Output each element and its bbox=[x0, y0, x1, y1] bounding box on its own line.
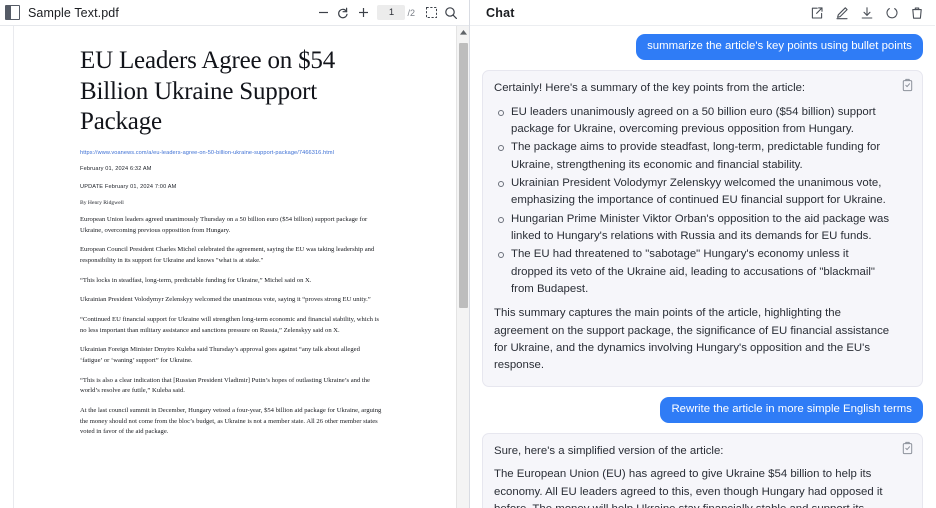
pdf-viewer-pane: Sample Text.pdf 1 /2 EU Leaders Agree on… bbox=[0, 0, 470, 508]
pdf-scrollbar[interactable] bbox=[456, 26, 469, 508]
chat-message-user: Rewrite the article in more simple Engli… bbox=[482, 396, 923, 424]
assistant-lead-text: Certainly! Here's a summary of the key p… bbox=[494, 82, 806, 95]
article-paragraph: European Council President Charles Miche… bbox=[80, 246, 375, 264]
download-icon[interactable] bbox=[859, 5, 875, 21]
pdf-toolbar: Sample Text.pdf 1 /2 bbox=[0, 0, 469, 26]
chat-message-list[interactable]: summarize the article's key points using… bbox=[470, 26, 935, 508]
list-item: The package aims to provide steadfast, l… bbox=[494, 139, 892, 174]
article-paragraph: Ukrainian President Volodymyr Zelenskyy … bbox=[80, 296, 371, 304]
chat-header-actions bbox=[809, 5, 925, 21]
article-paragraph: Ukrainian Foreign Minister Dmytro Kuleba… bbox=[80, 346, 360, 364]
assistant-message-bubble: Sure, here's a simplified version of the… bbox=[482, 433, 923, 508]
article-byline: By Henry Ridgwell bbox=[80, 199, 124, 206]
pdf-scrollbar-thumb[interactable] bbox=[458, 43, 468, 308]
assistant-bullet-list: EU leaders unanimously agreed on a 50 bi… bbox=[494, 104, 892, 299]
app-root: Sample Text.pdf 1 /2 EU Leaders Agree on… bbox=[0, 0, 936, 508]
chat-message-assistant: Sure, here's a simplified version of the… bbox=[482, 433, 923, 508]
page-total-label: /2 bbox=[407, 7, 415, 18]
list-item: Hungarian Prime Minister Viktor Orban's … bbox=[494, 211, 892, 246]
copy-icon[interactable] bbox=[901, 78, 914, 92]
chat-pane: Chat summarize the article's key points … bbox=[470, 0, 935, 508]
article-paragraph: “Continued EU financial support for Ukra… bbox=[80, 315, 379, 334]
pdf-body: EU Leaders Agree on $54 Billion Ukraine … bbox=[0, 26, 469, 508]
article-update-date: UPDATE February 01, 2024 7:00 AM bbox=[80, 183, 177, 190]
article-paragraph: At the last council summit in December, … bbox=[80, 407, 382, 436]
page-number-input[interactable]: 1 bbox=[377, 5, 406, 20]
list-item: EU leaders unanimously agreed on a 50 bi… bbox=[494, 104, 892, 139]
pdf-toolbar-controls: 1 /2 bbox=[313, 3, 461, 23]
chat-header: Chat bbox=[470, 0, 935, 26]
article-title: EU Leaders Agree on $54 Billion Ukraine … bbox=[80, 47, 336, 135]
zoom-out-icon[interactable] bbox=[313, 3, 333, 23]
user-message-bubble: summarize the article's key points using… bbox=[636, 34, 923, 61]
chat-message-assistant: Certainly! Here's a summary of the key p… bbox=[482, 70, 923, 387]
delete-icon[interactable] bbox=[909, 5, 925, 21]
assistant-message-bubble: Certainly! Here's a summary of the key p… bbox=[482, 70, 923, 387]
chat-message-user: summarize the article's key points using… bbox=[482, 34, 923, 61]
refresh-icon[interactable] bbox=[884, 5, 900, 21]
user-message-bubble: Rewrite the article in more simple Engli… bbox=[660, 396, 923, 424]
article-paragraph: “This locks in steadfast, long-term, pre… bbox=[80, 276, 312, 284]
assistant-closing-text: This summary captures the main points of… bbox=[494, 307, 890, 372]
search-icon[interactable] bbox=[441, 3, 461, 23]
article-paragraph: European Union leaders agreed unanimousl… bbox=[80, 215, 368, 234]
sidebar-toggle-icon[interactable] bbox=[5, 5, 20, 20]
assistant-lead-text: Sure, here's a simplified version of the… bbox=[494, 445, 724, 458]
assistant-body-text: The European Union (EU) has agreed to gi… bbox=[494, 468, 883, 508]
select-area-icon[interactable] bbox=[421, 3, 441, 23]
chat-title: Chat bbox=[486, 5, 515, 20]
pdf-filename: Sample Text.pdf bbox=[28, 5, 119, 20]
pdf-left-gutter bbox=[0, 26, 14, 508]
list-item: The EU had threatened to "sabotage" Hung… bbox=[494, 246, 892, 298]
article-paragraph: “This is also a clear indication that [R… bbox=[80, 376, 370, 395]
edit-icon[interactable] bbox=[834, 5, 850, 21]
copy-icon[interactable] bbox=[901, 441, 914, 455]
zoom-in-icon[interactable] bbox=[353, 3, 373, 23]
scroll-up-arrow-icon[interactable] bbox=[457, 26, 470, 39]
article-source-url[interactable]: https://www.voanews.com/a/eu-leaders-agr… bbox=[80, 149, 382, 158]
list-item: Ukrainian President Volodymyr Zelenskyy … bbox=[494, 175, 892, 210]
article-date: February 01, 2024 6:32 AM bbox=[80, 166, 152, 173]
share-icon[interactable] bbox=[809, 5, 825, 21]
rotate-icon[interactable] bbox=[333, 3, 353, 23]
pdf-page-1[interactable]: EU Leaders Agree on $54 Billion Ukraine … bbox=[14, 26, 456, 508]
